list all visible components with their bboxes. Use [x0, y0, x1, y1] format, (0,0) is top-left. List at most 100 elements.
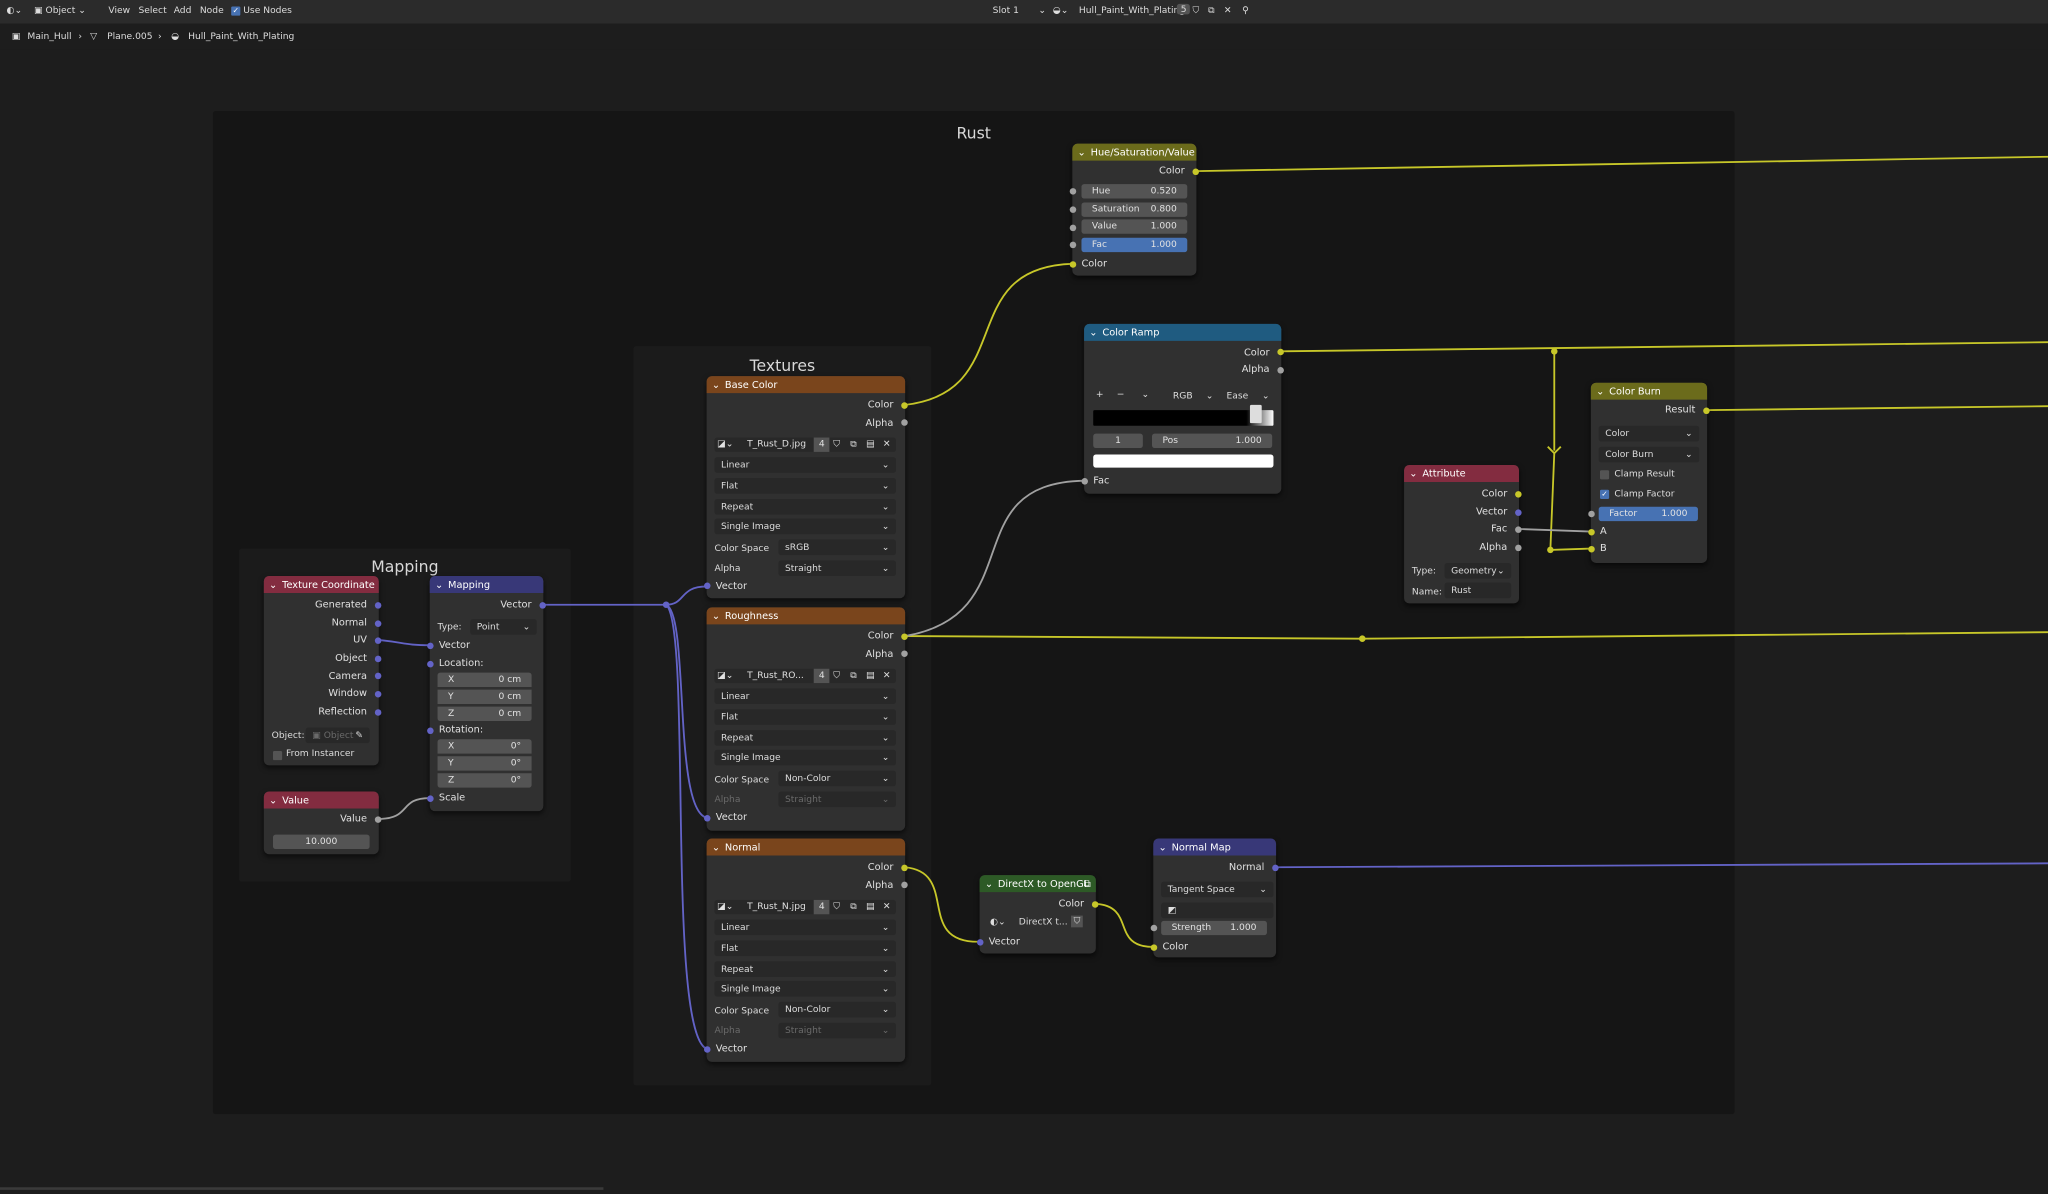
socket-output-vector[interactable]: [1515, 509, 1522, 516]
socket-input-vector[interactable]: [427, 642, 434, 650]
socket-output-alpha[interactable]: [901, 419, 908, 426]
node-header[interactable]: ⌄ Texture Coordinate: [263, 575, 379, 593]
ramp-color-mode-dropdown[interactable]: RGB ⌄: [1166, 387, 1220, 404]
socket-input-color[interactable]: [1069, 261, 1077, 268]
ramp-stop-color-swatch[interactable]: [1093, 454, 1274, 468]
strength-field[interactable]: Strength 1.000: [1161, 920, 1267, 936]
collapse-chevron-icon[interactable]: ⌄: [1089, 324, 1097, 341]
extension-dropdown[interactable]: Repeat ⌄: [714, 961, 896, 977]
unlink-image-icon[interactable]: ✕: [883, 669, 891, 683]
interpolation-dropdown[interactable]: Linear ⌄: [714, 919, 896, 936]
color-ramp-gradient[interactable]: [1093, 410, 1274, 426]
image-users-count[interactable]: 4: [813, 899, 830, 915]
ramp-stop-index-field[interactable]: 1: [1093, 433, 1143, 448]
socket-output-uv[interactable]: [374, 637, 382, 644]
uv-map-field[interactable]: ◩: [1161, 902, 1274, 919]
socket-input-fac[interactable]: [1069, 241, 1077, 249]
eyedropper-icon[interactable]: ✎: [355, 728, 363, 744]
socket-output-camera[interactable]: [374, 672, 382, 680]
node-header[interactable]: ⌄ Roughness: [706, 607, 906, 625]
reroute-dot[interactable]: [662, 601, 670, 608]
image-selector-row[interactable]: ◪⌄ T_Rust_N.jpg 4 ⛉ ⧉ ▤ ✕: [714, 899, 896, 915]
saturation-field[interactable]: Saturation 0.800: [1081, 202, 1188, 217]
from-instancer-checkbox[interactable]: [272, 751, 283, 761]
socket-output-window[interactable]: [374, 690, 382, 698]
unlink-image-icon[interactable]: ✕: [883, 438, 891, 452]
node-hue-saturation-value[interactable]: ⌄ Hue/Saturation/Value Color Hue 0.520 Sat…: [1069, 143, 1200, 276]
projection-dropdown[interactable]: Flat ⌄: [714, 709, 896, 725]
socket-input-saturation[interactable]: [1069, 206, 1077, 213]
socket-input-factor[interactable]: [1588, 510, 1595, 518]
remove-stop-button[interactable]: −: [1117, 389, 1125, 399]
node-image-texture-roughness[interactable]: ⌄ Roughness Color Alpha ◪⌄ T_Rust_RO... 4…: [703, 607, 908, 831]
location-z-field[interactable]: Z 0 cm: [437, 706, 532, 721]
socket-input-hue[interactable]: [1069, 188, 1077, 195]
socket-output-result[interactable]: [1703, 407, 1710, 415]
node-header[interactable]: ⌄ Value: [263, 791, 379, 809]
object-picker-field[interactable]: ▣ Object ✎: [305, 727, 370, 744]
node-color-burn[interactable]: ⌄ Color Burn Result Color ⌄ Color Burn ⌄ Cl…: [1588, 382, 1710, 563]
open-image-folder-icon[interactable]: ▤: [866, 669, 875, 683]
node-header[interactable]: ⌄ Hue/Saturation/Value: [1072, 143, 1197, 161]
reroute-dot[interactable]: [1551, 348, 1558, 355]
normal-space-dropdown[interactable]: Tangent Space ⌄: [1161, 881, 1274, 898]
rotation-x-field[interactable]: X 0°: [437, 739, 532, 754]
image-browse-icon[interactable]: ◪⌄: [717, 669, 733, 683]
image-source-dropdown[interactable]: Single Image ⌄: [714, 980, 896, 997]
node-header[interactable]: ⌄ DirectX to OpenGL ⧉: [979, 875, 1096, 893]
node-image-texture-base-color[interactable]: ⌄ Base Color Color Alpha ◪⌄ T_Rust_D.jpg …: [703, 376, 908, 599]
socket-output-color[interactable]: [1277, 348, 1284, 356]
color-space-dropdown[interactable]: Non-Color ⌄: [778, 1001, 896, 1018]
socket-input-vector[interactable]: [976, 939, 984, 946]
open-image-folder-icon[interactable]: ▤: [866, 438, 875, 452]
fake-user-shield-icon[interactable]: ⛉: [833, 669, 840, 683]
socket-input-location[interactable]: [427, 660, 434, 668]
socket-input-vector[interactable]: [703, 1046, 711, 1053]
socket-output-alpha[interactable]: [1515, 544, 1522, 552]
node-value[interactable]: ⌄ Value Value 10.000: [263, 791, 382, 855]
image-users-count[interactable]: 4: [813, 668, 830, 684]
collapse-chevron-icon[interactable]: ⌄: [435, 576, 443, 593]
duplicate-image-icon[interactable]: ⧉: [850, 669, 857, 683]
socket-output-alpha[interactable]: [901, 650, 908, 657]
node-header[interactable]: ⌄ Color Ramp: [1084, 323, 1282, 341]
node-header[interactable]: ⌄ Normal Map: [1153, 838, 1277, 856]
socket-output-reflection[interactable]: [374, 709, 382, 716]
ramp-position-field[interactable]: Pos 1.000: [1151, 433, 1273, 448]
image-source-dropdown[interactable]: Single Image ⌄: [714, 749, 896, 766]
socket-output-value[interactable]: [374, 816, 382, 823]
duplicate-image-icon[interactable]: ⧉: [850, 438, 857, 452]
node-group-name[interactable]: DirectX t...: [1019, 917, 1068, 927]
socket-output-vector[interactable]: [539, 602, 546, 609]
location-y-field[interactable]: Y 0 cm: [437, 689, 532, 704]
socket-output-color[interactable]: [1515, 491, 1522, 498]
socket-output-normal[interactable]: [1272, 864, 1279, 872]
hue-field[interactable]: Hue 0.520: [1081, 184, 1188, 199]
color-space-dropdown[interactable]: sRGB ⌄: [778, 539, 896, 556]
node-attribute[interactable]: ⌄ Attribute Color Vector Fac Alpha Type: …: [1404, 464, 1522, 604]
factor-field[interactable]: Factor 1.000: [1598, 506, 1698, 522]
socket-input-fac[interactable]: [1081, 478, 1088, 485]
socket-input-value[interactable]: [1069, 224, 1077, 232]
add-stop-button[interactable]: +: [1096, 389, 1104, 399]
collapse-chevron-icon[interactable]: ⌄: [269, 792, 277, 809]
unlink-image-icon[interactable]: ✕: [883, 900, 891, 914]
node-header[interactable]: ⌄ Color Burn: [1590, 382, 1708, 400]
image-browse-icon[interactable]: ◪⌄: [717, 438, 733, 452]
interpolation-dropdown[interactable]: Linear ⌄: [714, 688, 896, 704]
socket-output-alpha[interactable]: [901, 881, 908, 889]
node-texture-coordinate[interactable]: ⌄ Texture Coordinate Generated Normal UV …: [263, 575, 382, 766]
socket-input-rotation[interactable]: [427, 727, 434, 735]
open-image-folder-icon[interactable]: ▤: [866, 900, 875, 914]
socket-input-b[interactable]: [1588, 545, 1595, 553]
socket-output-color[interactable]: [901, 402, 908, 409]
node-header[interactable]: ⌄ Normal: [706, 838, 906, 856]
fac-field[interactable]: Fac 1.000: [1081, 237, 1188, 253]
horizontal-scrollbar[interactable]: [0, 1187, 604, 1190]
collapse-chevron-icon[interactable]: ⌄: [712, 376, 720, 393]
socket-input-vector[interactable]: [703, 582, 711, 590]
node-directx-to-opengl[interactable]: ⌄ DirectX to OpenGL ⧉ Color ◐⌄ DirectX t..…: [976, 875, 1099, 954]
projection-dropdown[interactable]: Flat ⌄: [714, 478, 896, 494]
socket-output-color[interactable]: [1192, 168, 1200, 176]
duplicate-image-icon[interactable]: ⧉: [850, 900, 857, 914]
